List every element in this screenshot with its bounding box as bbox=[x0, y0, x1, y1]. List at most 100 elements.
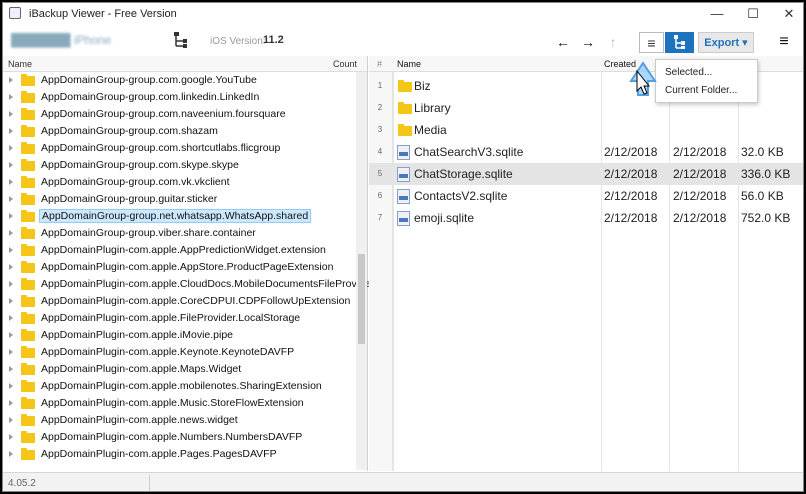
folder-icon bbox=[21, 74, 35, 86]
app-icon bbox=[9, 7, 21, 19]
expand-arrow-icon[interactable] bbox=[9, 128, 13, 134]
tree-row[interactable]: AppDomainPlugin-com.apple.FileProvider.L… bbox=[3, 310, 355, 327]
app-window: iBackup Viewer - Free Version — ☐ ✕ ████… bbox=[2, 2, 804, 492]
maximize-button[interactable]: ☐ bbox=[739, 5, 767, 23]
tree-row[interactable]: AppDomainGroup-group.net.whatsapp.WhatsA… bbox=[3, 208, 355, 225]
file-row[interactable]: 4 ChatSearchV3.sqlite 2/12/2018 2/12/2018 32… bbox=[369, 141, 803, 163]
expand-arrow-icon[interactable] bbox=[9, 366, 13, 372]
device-name[interactable]: ███████ iPhone bbox=[11, 33, 161, 47]
expand-arrow-icon[interactable] bbox=[9, 434, 13, 440]
tree-row[interactable]: AppDomainGroup-group.com.skype.skype bbox=[3, 157, 355, 174]
list-view-button[interactable]: ≡ bbox=[639, 32, 664, 53]
up-button[interactable]: ↑ bbox=[603, 32, 623, 53]
file-created: 2/12/2018 bbox=[604, 167, 658, 181]
column-count[interactable]: Count bbox=[333, 59, 357, 69]
toolbar: ███████ iPhone iOS Version: 11.2 ← → ↑ ≡ bbox=[3, 25, 803, 57]
folder-tree-header: Name Count bbox=[3, 56, 367, 72]
scrollbar-thumb[interactable] bbox=[358, 254, 365, 344]
expand-arrow-icon[interactable] bbox=[9, 162, 13, 168]
tree-row[interactable]: AppDomainGroup-group.com.vk.vkclient bbox=[3, 174, 355, 191]
expand-arrow-icon[interactable] bbox=[9, 298, 13, 304]
tree-row[interactable]: AppDomainGroup-group.com.shazam bbox=[3, 123, 355, 140]
folder-tree: AppDomainGroup-group.com.google.YouTube A… bbox=[3, 72, 374, 463]
back-button[interactable]: ← bbox=[553, 32, 573, 53]
expand-arrow-icon[interactable] bbox=[9, 247, 13, 253]
expand-arrow-icon[interactable] bbox=[9, 349, 13, 355]
expand-arrow-icon[interactable] bbox=[9, 281, 13, 287]
folder-icon bbox=[21, 397, 35, 409]
device-tree-icon[interactable] bbox=[173, 31, 189, 49]
expand-arrow-icon[interactable] bbox=[9, 111, 13, 117]
tree-row[interactable]: AppDomainPlugin-com.apple.AppStore.Produ… bbox=[3, 259, 355, 276]
folder-icon bbox=[21, 227, 35, 239]
column-index[interactable]: # bbox=[377, 59, 382, 69]
menu-item-current-folder[interactable]: Current Folder... bbox=[665, 85, 737, 96]
tree-row[interactable]: AppDomainPlugin-com.apple.Numbers.Number… bbox=[3, 429, 355, 446]
tree-row[interactable]: AppDomainPlugin-com.apple.Music.StoreFlo… bbox=[3, 395, 355, 412]
expand-arrow-icon[interactable] bbox=[9, 145, 13, 151]
tree-row-label: AppDomainGroup-group.viber.share.contain… bbox=[41, 227, 256, 239]
sqlite-file-icon bbox=[397, 211, 410, 226]
tree-view-icon bbox=[673, 35, 685, 49]
file-row[interactable]: 3 Media bbox=[369, 119, 803, 141]
minimize-button[interactable]: — bbox=[703, 5, 731, 23]
folder-icon bbox=[21, 329, 35, 341]
expand-arrow-icon[interactable] bbox=[9, 417, 13, 423]
tree-row[interactable]: AppDomainPlugin-com.apple.CoreCDPUI.CDPF… bbox=[3, 293, 355, 310]
expand-arrow-icon[interactable] bbox=[9, 94, 13, 100]
tree-view-button[interactable] bbox=[665, 32, 694, 53]
expand-arrow-icon[interactable] bbox=[9, 213, 13, 219]
file-name: Media bbox=[414, 123, 447, 137]
expand-arrow-icon[interactable] bbox=[9, 230, 13, 236]
tree-row[interactable]: AppDomainGroup-group.viber.share.contain… bbox=[3, 225, 355, 242]
column-name[interactable]: Name bbox=[397, 59, 421, 69]
file-modified: 2/12/2018 bbox=[673, 167, 727, 181]
file-row[interactable]: 7 emoji.sqlite 2/12/2018 2/12/2018 752.0 KB bbox=[369, 207, 803, 229]
expand-arrow-icon[interactable] bbox=[9, 315, 13, 321]
folder-icon bbox=[21, 91, 35, 103]
menu-item-selected[interactable]: Selected... bbox=[665, 67, 712, 78]
tree-row[interactable]: AppDomainGroup-group.com.naveenium.fours… bbox=[3, 106, 355, 123]
file-name: ChatStorage.sqlite bbox=[414, 167, 513, 181]
folder-icon bbox=[21, 312, 35, 324]
status-bar: 4.05.2 bbox=[3, 472, 803, 491]
tree-row-label: AppDomainPlugin-com.apple.Maps.Widget bbox=[41, 363, 242, 375]
tree-row[interactable]: AppDomainPlugin-com.apple.Maps.Widget bbox=[3, 361, 355, 378]
expand-arrow-icon[interactable] bbox=[9, 332, 13, 338]
expand-arrow-icon[interactable] bbox=[9, 179, 13, 185]
file-row[interactable]: 6 ContactsV2.sqlite 2/12/2018 2/12/2018 56.0… bbox=[369, 185, 803, 207]
tree-row-label: AppDomainPlugin-com.apple.FileProvider.L… bbox=[41, 312, 301, 324]
column-name[interactable]: Name bbox=[8, 59, 32, 69]
tree-row[interactable]: AppDomainGroup-group.com.google.YouTube bbox=[3, 72, 355, 89]
tree-row[interactable]: AppDomainPlugin-com.apple.CloudDocs.Mobi… bbox=[3, 276, 374, 293]
tree-row[interactable]: AppDomainPlugin-com.apple.Pages.PagesDAV… bbox=[3, 446, 355, 463]
expand-arrow-icon[interactable] bbox=[9, 451, 13, 457]
tree-row[interactable]: AppDomainPlugin-com.apple.mobilenotes.Sh… bbox=[3, 378, 355, 395]
tree-row[interactable]: AppDomainGroup-group.com.linkedin.Linked… bbox=[3, 89, 355, 106]
sqlite-file-icon bbox=[397, 145, 410, 160]
forward-button[interactable]: → bbox=[578, 32, 598, 53]
expand-arrow-icon[interactable] bbox=[9, 400, 13, 406]
folder-icon bbox=[21, 431, 35, 443]
file-size: 336.0 KB bbox=[741, 167, 791, 181]
tree-row[interactable]: AppDomainGroup-group.com.shortcutlabs.fl… bbox=[3, 140, 355, 157]
tree-row[interactable]: AppDomainPlugin-com.apple.AppPredictionW… bbox=[3, 242, 355, 259]
expand-arrow-icon[interactable] bbox=[9, 196, 13, 202]
tree-row[interactable]: AppDomainPlugin-com.apple.iMovie.pipe bbox=[3, 327, 355, 344]
expand-arrow-icon[interactable] bbox=[9, 77, 13, 83]
export-dropdown-menu: Selected... Current Folder... bbox=[655, 59, 758, 103]
export-button[interactable]: Export ▾ bbox=[698, 32, 754, 53]
menu-button[interactable]: ≡ bbox=[774, 32, 794, 53]
expand-arrow-icon[interactable] bbox=[9, 264, 13, 270]
row-index: 4 bbox=[377, 147, 383, 156]
tree-row[interactable]: AppDomainGroup-group.guitar.sticker bbox=[3, 191, 355, 208]
tree-row[interactable]: AppDomainPlugin-com.apple.Keynote.Keynot… bbox=[3, 344, 355, 361]
file-created: 2/12/2018 bbox=[604, 145, 658, 159]
close-button[interactable]: ✕ bbox=[775, 5, 803, 23]
tree-row[interactable]: AppDomainPlugin-com.apple.news.widget bbox=[3, 412, 355, 429]
file-row[interactable]: 5 ChatStorage.sqlite 2/12/2018 2/12/2018 336… bbox=[369, 163, 803, 185]
folder-icon bbox=[21, 142, 35, 154]
tree-row-label: AppDomainGroup-group.com.vk.vkclient bbox=[41, 176, 230, 188]
folder-tree-scrollbar[interactable] bbox=[356, 72, 367, 470]
expand-arrow-icon[interactable] bbox=[9, 383, 13, 389]
